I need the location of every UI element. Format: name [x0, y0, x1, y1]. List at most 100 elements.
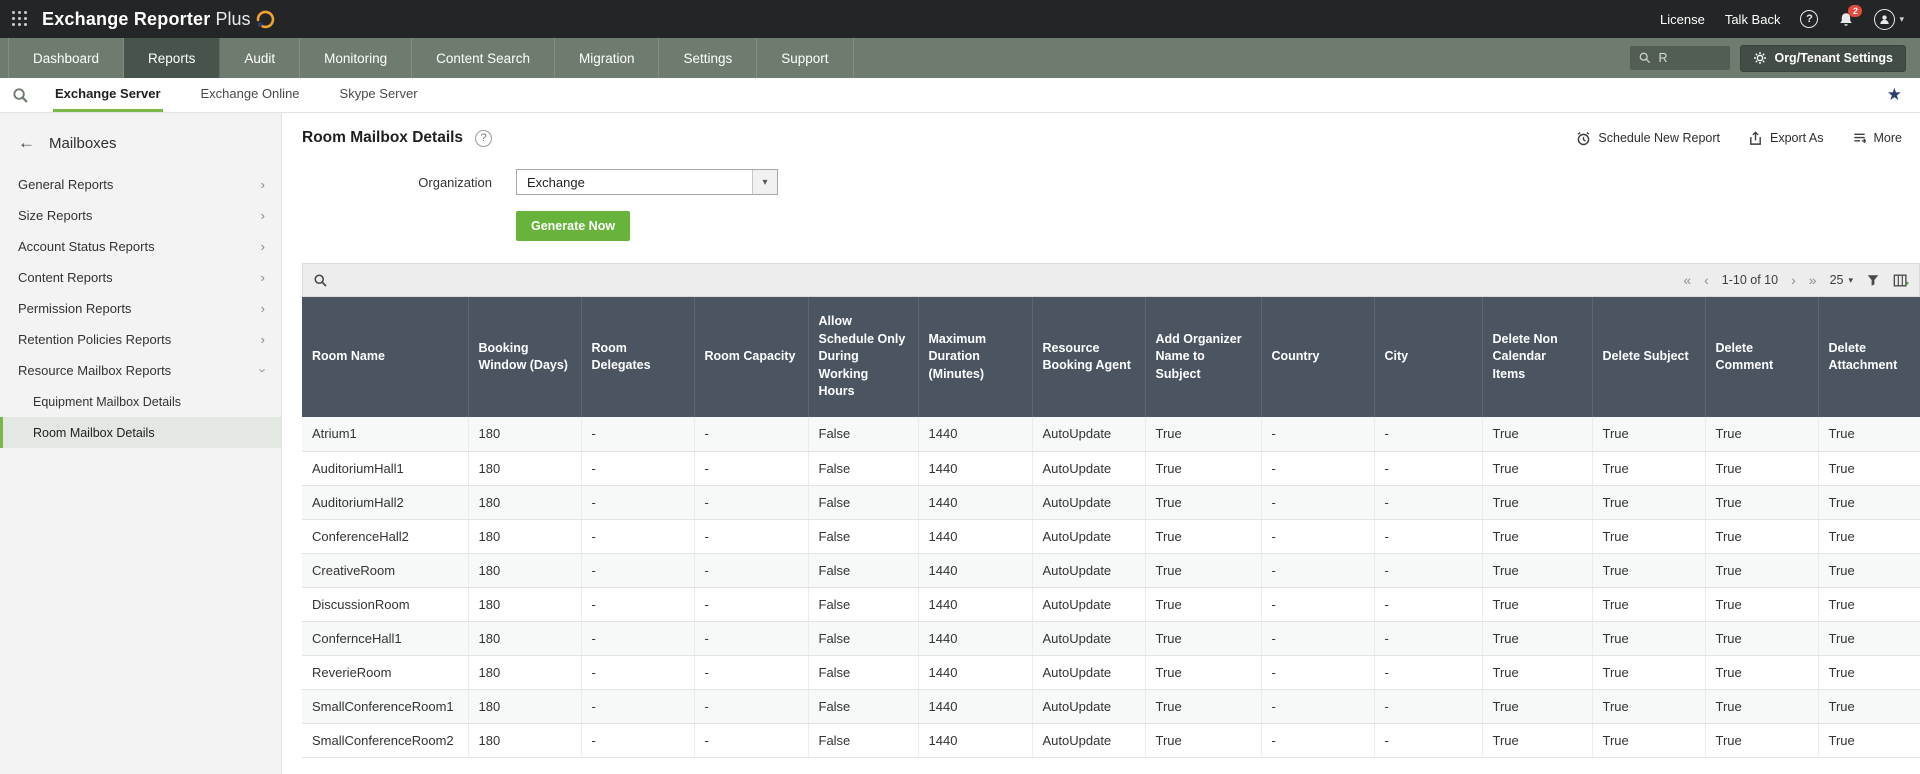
- table-cell: False: [808, 417, 919, 452]
- schedule-new-report-button[interactable]: Schedule New Report: [1576, 131, 1720, 146]
- sidebar-item-size-reports[interactable]: Size Reports ›: [0, 200, 281, 231]
- sidebar-item-account-status-reports[interactable]: Account Status Reports ›: [0, 231, 281, 262]
- column-header-room-delegates[interactable]: Room Delegates: [581, 297, 695, 417]
- next-page-button[interactable]: ›: [1791, 273, 1796, 287]
- sidebar-item-permission-reports[interactable]: Permission Reports ›: [0, 293, 281, 324]
- nav-tab-settings[interactable]: Settings: [659, 38, 758, 78]
- sidebar-item-label: General Reports: [18, 177, 114, 192]
- column-header-allow-schedule-only-during-working-hours[interactable]: Allow Schedule Only During Working Hours: [808, 297, 919, 417]
- column-header-room-capacity[interactable]: Room Capacity: [694, 297, 809, 417]
- table-row[interactable]: ConfernceHall1 180- - False 1440 AutoUpdate Tr…: [302, 621, 1920, 656]
- sidebar-item-general-reports[interactable]: General Reports ›: [0, 169, 281, 200]
- first-page-button[interactable]: «: [1683, 273, 1691, 287]
- table-cell: True: [1592, 485, 1706, 520]
- org-tenant-settings-button[interactable]: Org/Tenant Settings: [1740, 44, 1906, 72]
- table-cell: -: [1374, 689, 1483, 724]
- table-cell: ConferenceHall2: [302, 519, 469, 554]
- table-row[interactable]: SmallConferenceRoom1 180- - False 1440 AutoUp…: [302, 689, 1920, 724]
- user-menu[interactable]: ▾: [1874, 8, 1904, 30]
- sidebar-item-label: Content Reports: [18, 270, 113, 285]
- page-size-value: 25: [1829, 273, 1844, 287]
- table-row[interactable]: CreativeRoom 180- - False 1440 AutoUpdate True…: [302, 553, 1920, 588]
- table-cell: True: [1818, 655, 1920, 690]
- table-cell: True: [1818, 553, 1920, 588]
- export-as-button[interactable]: Export As: [1748, 130, 1824, 146]
- nav-tab-support[interactable]: Support: [757, 38, 854, 78]
- export-as-label: Export As: [1770, 131, 1824, 145]
- column-header-delete-subject[interactable]: Delete Subject: [1592, 297, 1706, 417]
- column-header-city[interactable]: City: [1374, 297, 1483, 417]
- more-button[interactable]: More: [1852, 131, 1902, 146]
- table-cell: False: [808, 553, 919, 588]
- help-icon[interactable]: ?: [1800, 10, 1819, 28]
- prev-page-button[interactable]: ‹: [1704, 273, 1709, 287]
- page-size-select[interactable]: 25 ▾: [1830, 273, 1853, 287]
- talkback-link[interactable]: Talk Back: [1725, 12, 1781, 27]
- chevron-right-icon: ›: [260, 332, 265, 347]
- last-page-button[interactable]: »: [1809, 273, 1817, 287]
- table-row[interactable]: AuditoriumHall2 180- - False 1440 AutoUpdate T…: [302, 485, 1920, 520]
- column-header-room-name[interactable]: Room Name: [302, 297, 469, 417]
- table-search-icon[interactable]: [313, 273, 328, 288]
- subnav-tab-exchange-online[interactable]: Exchange Online: [199, 78, 302, 112]
- sidebar-item-retention-policies-reports[interactable]: Retention Policies Reports ›: [0, 324, 281, 355]
- nav-tab-content-search[interactable]: Content Search: [412, 38, 555, 78]
- column-chooser-icon[interactable]: [1893, 273, 1909, 288]
- table-cell: -: [1261, 587, 1375, 622]
- table-row[interactable]: AuditoriumHall1 180- - False 1440 AutoUpdate T…: [302, 451, 1920, 486]
- sidebar-item-resource-mailbox-reports[interactable]: Resource Mailbox Reports ›: [0, 355, 281, 386]
- page-title: Room Mailbox Details: [302, 129, 464, 146]
- notifications-button[interactable]: 2: [1838, 4, 1863, 28]
- table-cell: 180: [468, 655, 582, 690]
- title-help-icon[interactable]: ?: [475, 129, 493, 147]
- sidebar-item-room-mailbox-details[interactable]: Room Mailbox Details: [0, 417, 281, 448]
- nav-tab-reports[interactable]: Reports: [124, 38, 221, 78]
- table-cell: 180: [468, 485, 582, 520]
- nav-tab-audit[interactable]: Audit: [220, 38, 301, 78]
- table-row[interactable]: ConferenceHall2 180- - False 1440 AutoUpdate T…: [302, 519, 1920, 554]
- organization-select[interactable]: Exchange ▾: [516, 169, 778, 195]
- column-header-booking-window-days[interactable]: Booking Window (Days): [468, 297, 582, 417]
- column-header-delete-attachment[interactable]: Delete Attachment: [1818, 297, 1920, 417]
- table-row[interactable]: DiscussionRoom 180- - False 1440 AutoUpdate Tr…: [302, 587, 1920, 622]
- sidebar-back-button[interactable]: ← Mailboxes: [0, 125, 281, 169]
- table-cell: False: [808, 655, 919, 690]
- apps-grid-icon[interactable]: [12, 11, 28, 27]
- back-arrow-icon: ←: [18, 133, 35, 152]
- table-cell: True: [1482, 587, 1593, 622]
- table-cell: False: [808, 723, 919, 758]
- nav-tab-dashboard[interactable]: Dashboard: [8, 38, 125, 78]
- table-row[interactable]: ReverieRoom 180- - False 1440 AutoUpdate True -…: [302, 655, 1920, 690]
- generate-now-button[interactable]: Generate Now: [516, 211, 631, 241]
- table-row[interactable]: Atrium1 180- - False 1440 AutoUpdate True - - Tru…: [302, 417, 1920, 452]
- table-cell: True: [1482, 451, 1593, 486]
- filter-icon[interactable]: [1866, 273, 1880, 287]
- column-header-resource-booking-agent[interactable]: Resource Booking Agent: [1032, 297, 1146, 417]
- subnav-tab-exchange-server[interactable]: Exchange Server: [53, 78, 163, 112]
- nav-tab-monitoring[interactable]: Monitoring: [300, 38, 413, 78]
- search-reports-icon[interactable]: [12, 78, 39, 112]
- table-cell: True: [1705, 553, 1819, 588]
- license-link[interactable]: License: [1660, 12, 1705, 27]
- column-header-delete-non-calendar-items[interactable]: Delete Non Calendar Items: [1482, 297, 1593, 417]
- subnav-tab-skype-server[interactable]: Skype Server: [338, 78, 420, 112]
- nav-search-input[interactable]: R: [1630, 46, 1731, 70]
- sidebar-item-equipment-mailbox-details[interactable]: Equipment Mailbox Details: [0, 386, 281, 417]
- column-header-country[interactable]: Country: [1261, 297, 1375, 417]
- column-header-maximum-duration-minutes[interactable]: Maximum Duration (Minutes): [918, 297, 1033, 417]
- column-header-delete-comment[interactable]: Delete Comment: [1705, 297, 1819, 417]
- content: Room Mailbox Details ? Schedule New Repo…: [282, 113, 1920, 774]
- organization-selected-value: Exchange: [527, 174, 585, 190]
- table-row[interactable]: SmallConferenceRoom2 180- - False 1440 AutoUp…: [302, 723, 1920, 758]
- table-header-row: Room Name Booking Window (Days) Room Deleg…: [302, 297, 1920, 417]
- table-cell: -: [1261, 723, 1375, 758]
- table-cell: True: [1482, 655, 1593, 690]
- table-cell: AutoUpdate: [1032, 621, 1146, 656]
- nav-tab-migration[interactable]: Migration: [555, 38, 660, 78]
- sidebar-item-content-reports[interactable]: Content Reports ›: [0, 262, 281, 293]
- favorite-star-icon[interactable]: ★: [1887, 78, 1902, 112]
- chevron-right-icon: ›: [260, 270, 265, 285]
- table-cell: True: [1818, 587, 1920, 622]
- column-header-add-organizer-name-to-subject[interactable]: Add Organizer Name to Subject: [1145, 297, 1262, 417]
- export-icon: [1750, 130, 1761, 145]
